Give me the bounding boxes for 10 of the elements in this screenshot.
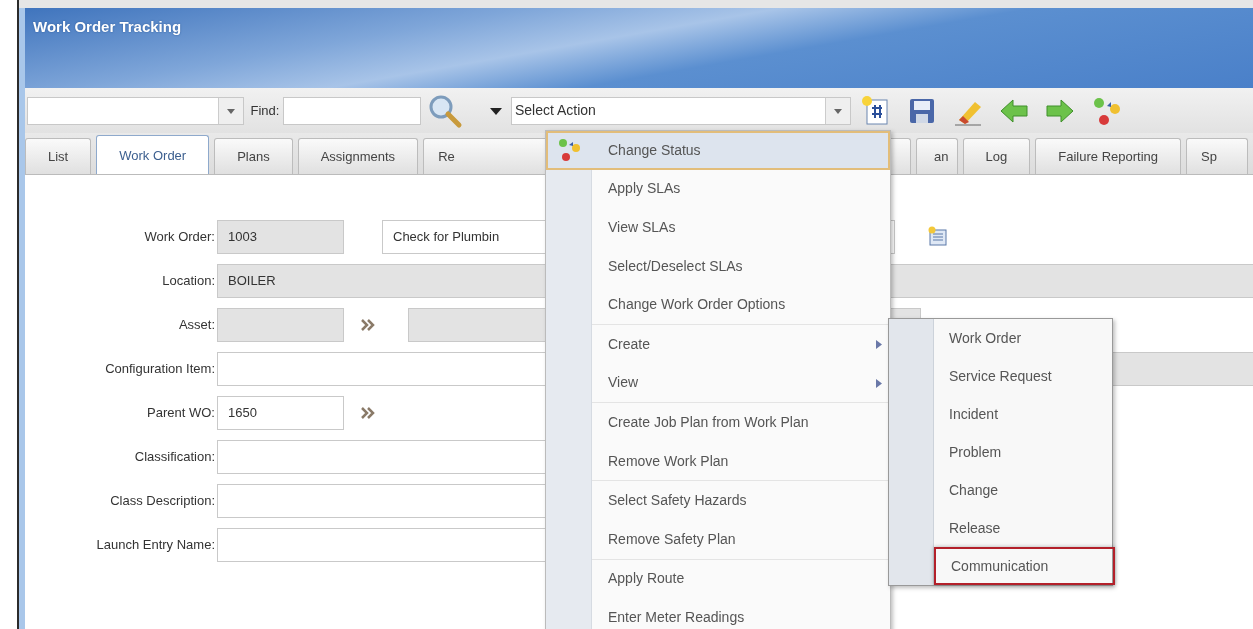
field-label: Class Description: [109,492,216,511]
find-label: Find: [250,101,280,120]
app-title: Work Order Tracking [33,17,182,37]
field-label: Work Order: [143,228,216,247]
field-label: Location: [161,272,216,291]
field-label: Launch Entry Name: [95,536,216,555]
field-label: Configuration Item: [104,360,216,379]
field-label: Classification: [133,448,216,467]
field-label: Asset: [177,316,216,335]
field-label: Parent WO: [146,404,216,423]
